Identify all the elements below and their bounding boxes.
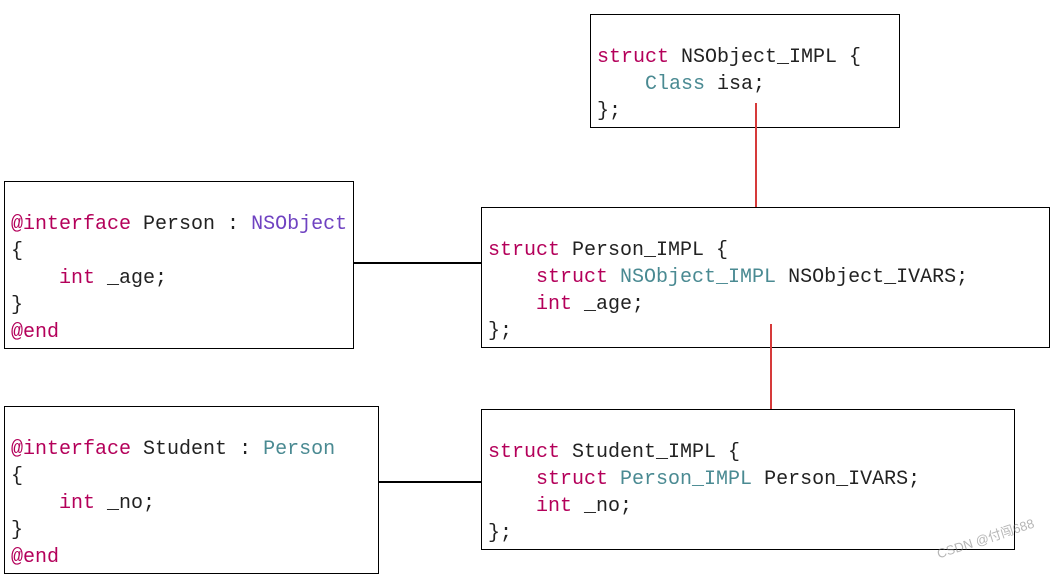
colon: : — [227, 213, 251, 236]
struct-name: NSObject_IMPL — [669, 46, 849, 69]
end-keyword: @end — [11, 321, 59, 344]
interface-keyword: @interface — [11, 438, 131, 461]
struct-keyword: struct — [536, 266, 608, 289]
struct-name: Student_IMPL — [560, 441, 728, 464]
ivar: isa; — [705, 73, 765, 96]
connector-student — [379, 481, 481, 483]
superclass-name: NSObject — [251, 213, 347, 236]
nsobject-impl-box: struct NSObject_IMPL { Class isa; }; — [590, 14, 900, 128]
connector-person — [354, 262, 481, 264]
open-brace: { — [11, 465, 23, 488]
open-brace: { — [716, 239, 728, 262]
type: NSObject_IMPL — [608, 266, 776, 289]
student-impl-box: struct Student_IMPL { struct Person_IMPL… — [481, 409, 1015, 550]
struct-keyword: struct — [597, 46, 669, 69]
indent — [488, 468, 536, 491]
indent — [11, 267, 59, 290]
person-interface-box: @interface Person : NSObject { int _age;… — [4, 181, 354, 349]
inheritance-line-nsobject-person — [755, 103, 757, 207]
struct-name: Person_IMPL — [560, 239, 716, 262]
close-brace: }; — [488, 320, 512, 343]
colon: : — [239, 438, 263, 461]
person-impl-box: struct Person_IMPL { struct NSObject_IMP… — [481, 207, 1050, 348]
int-keyword: int — [59, 492, 95, 515]
int-keyword: int — [536, 495, 572, 518]
type: Person_IMPL — [608, 468, 752, 491]
struct-keyword: struct — [488, 441, 560, 464]
open-brace: { — [11, 240, 23, 263]
struct-keyword: struct — [536, 468, 608, 491]
open-brace: { — [849, 46, 861, 69]
indent — [597, 73, 645, 96]
ivar: _no; — [95, 492, 155, 515]
indent — [11, 492, 59, 515]
close-brace: } — [11, 294, 23, 317]
ivar: NSObject_IVARS; — [776, 266, 968, 289]
end-keyword: @end — [11, 546, 59, 569]
struct-keyword: struct — [488, 239, 560, 262]
indent — [488, 266, 536, 289]
close-brace: }; — [597, 100, 621, 123]
ivar: _age; — [572, 293, 644, 316]
class-name: Person — [131, 213, 227, 236]
student-interface-box: @interface Student : Person { int _no; }… — [4, 406, 379, 574]
inheritance-line-person-student — [770, 324, 772, 409]
type: Class — [645, 73, 705, 96]
open-brace: { — [728, 441, 740, 464]
close-brace: } — [11, 519, 23, 542]
close-brace: }; — [488, 522, 512, 545]
int-keyword: int — [59, 267, 95, 290]
indent — [488, 495, 536, 518]
superclass-name: Person — [263, 438, 335, 461]
int-keyword: int — [536, 293, 572, 316]
ivar: _no; — [572, 495, 632, 518]
ivar: Person_IVARS; — [752, 468, 920, 491]
ivar: _age; — [95, 267, 167, 290]
indent — [488, 293, 536, 316]
interface-keyword: @interface — [11, 213, 131, 236]
class-name: Student — [131, 438, 239, 461]
